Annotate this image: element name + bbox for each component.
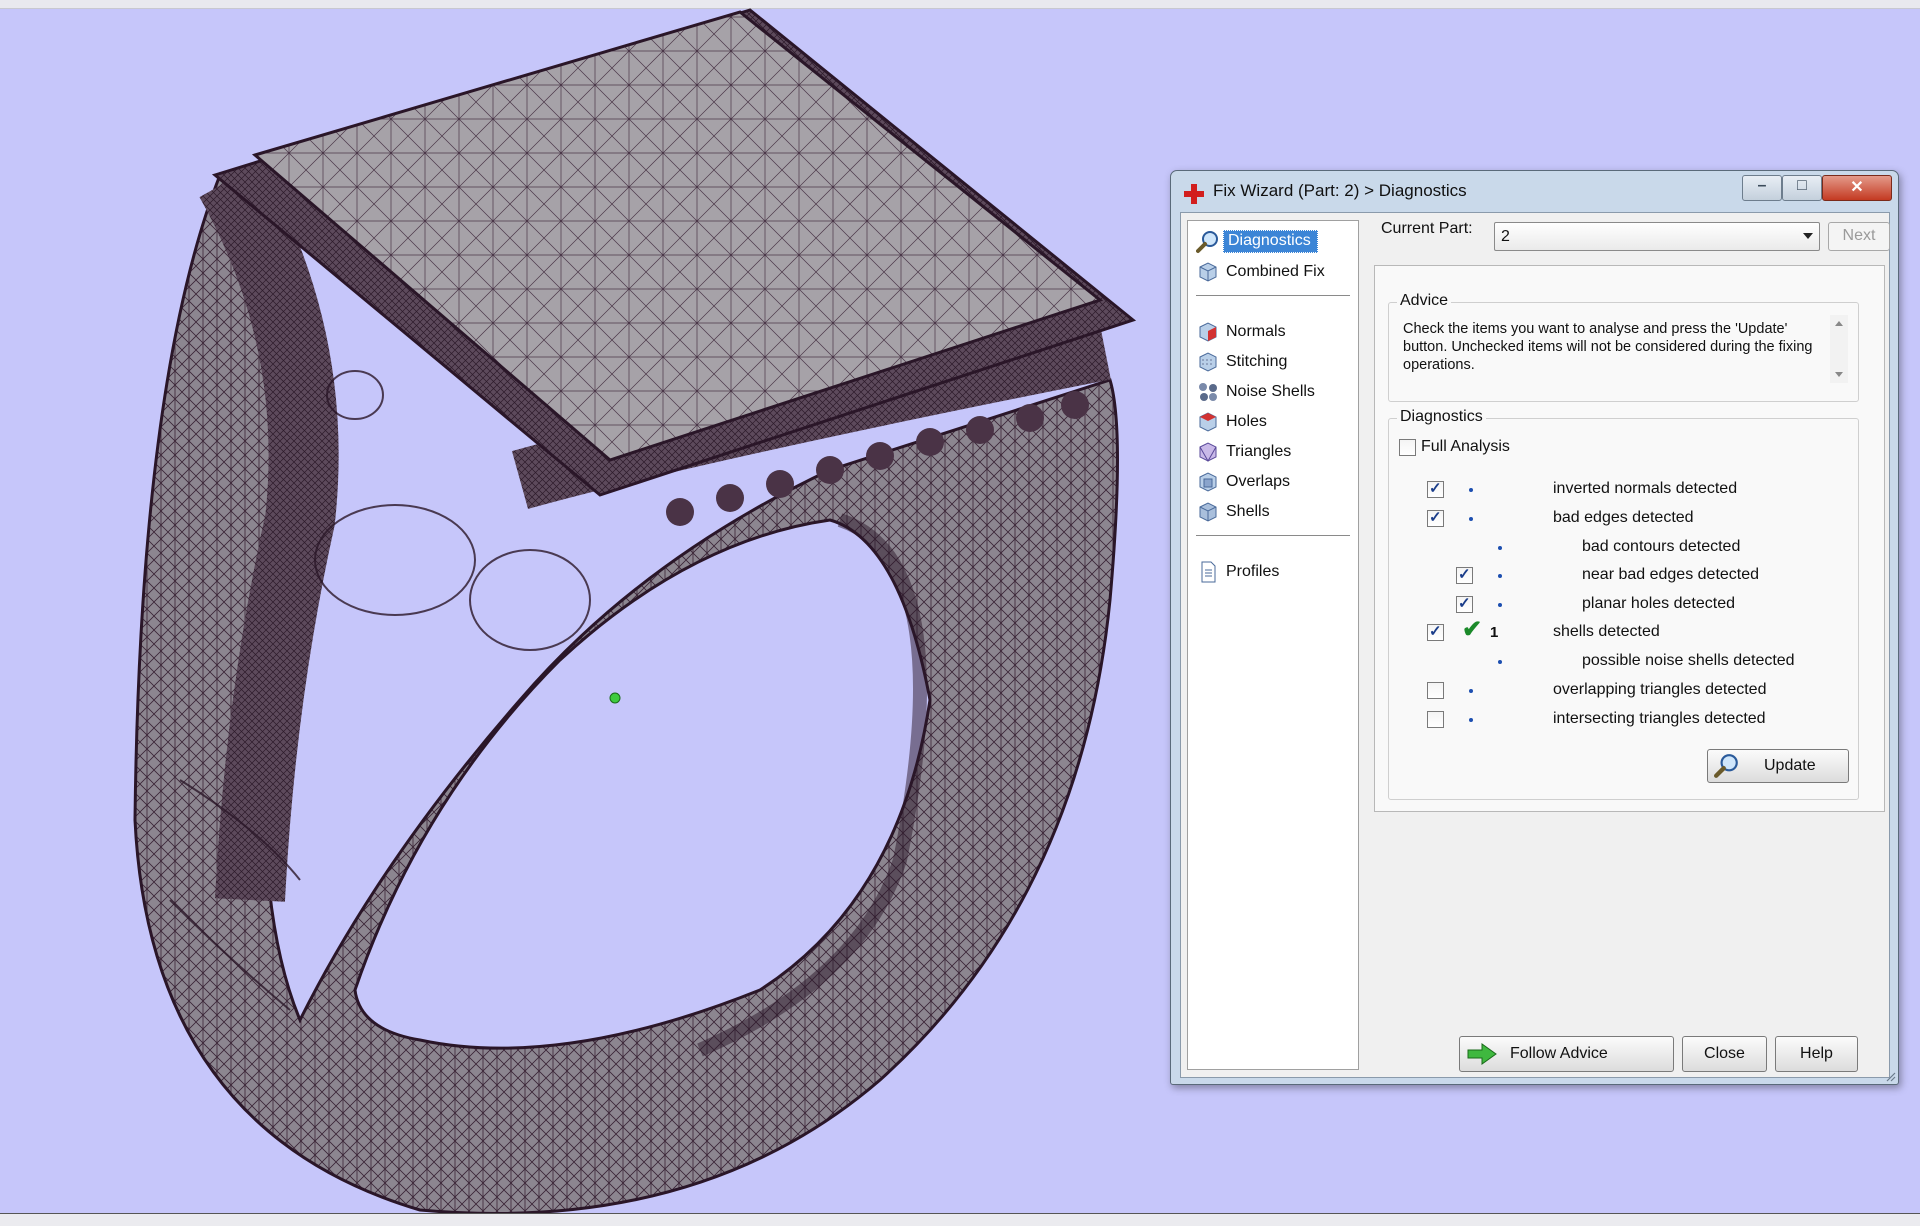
status-dot [1469, 718, 1473, 722]
document-icon [1201, 561, 1216, 583]
scroll-up-icon[interactable] [1835, 321, 1843, 326]
nav-label-noise-shells: Noise Shells [1226, 383, 1315, 400]
status-dot [1469, 689, 1473, 693]
nav-label-stitching: Stitching [1226, 353, 1288, 370]
nav-item-holes[interactable]: Holes [1196, 409, 1350, 435]
follow-advice-button[interactable]: Follow Advice [1459, 1036, 1674, 1072]
magnifier-icon [1196, 231, 1218, 253]
nav-item-normals[interactable]: Normals [1196, 319, 1350, 345]
nav-item-stitching[interactable]: Stitching [1196, 349, 1350, 375]
nav-item-shells[interactable]: Shells [1196, 499, 1350, 525]
maximize-glyph: □ [1797, 177, 1807, 194]
dialog-client-area: Diagnostics Combined Fix Normals Stitchi… [1180, 212, 1890, 1078]
diag-row-label: shells detected [1553, 623, 1660, 640]
status-dot [1498, 660, 1502, 664]
green-check-icon: ✔ [1462, 616, 1483, 643]
fix-wizard-nav: Diagnostics Combined Fix Normals Stitchi… [1187, 220, 1359, 1070]
status-dot [1498, 546, 1502, 550]
triangles-cube-icon [1199, 442, 1217, 463]
diagnostics-group: Diagnostics Full Analysis inverted norma… [1388, 408, 1859, 800]
diag-row-label: bad edges detected [1553, 509, 1694, 526]
fix-wizard-dialog[interactable]: Fix Wizard (Part: 2) > Diagnostics – □ ✕… [1170, 170, 1899, 1085]
diagnostics-title: Diagnostics [1397, 408, 1486, 426]
status-dot [1498, 574, 1502, 578]
nav-label-holes: Holes [1226, 413, 1267, 430]
current-part-value: 2 [1501, 228, 1510, 245]
diag-row-label: intersecting triangles detected [1553, 710, 1766, 727]
red-cross-icon [1184, 184, 1204, 204]
advice-text: Check the items you want to analyse and … [1403, 321, 1813, 373]
shells-cube-icon [1199, 502, 1217, 522]
diagnostics-panel: Advice Check the items you want to analy… [1374, 265, 1885, 812]
nav-item-noise-shells[interactable]: Noise Shells [1196, 379, 1350, 405]
planar-holes-checkbox[interactable] [1456, 594, 1473, 613]
intersecting-triangles-checkbox[interactable] [1427, 711, 1444, 728]
full-analysis-checkbox[interactable] [1399, 439, 1416, 456]
nav-label-overlaps: Overlaps [1226, 473, 1291, 490]
advice-group: Advice Check the items you want to analy… [1388, 292, 1859, 402]
status-dot [1469, 488, 1473, 492]
nav-label-combined-fix: Combined Fix [1226, 263, 1325, 280]
nav-item-overlaps[interactable]: Overlaps [1196, 469, 1350, 495]
nav-label-normals: Normals [1226, 323, 1286, 340]
scroll-down-icon[interactable] [1835, 372, 1843, 377]
current-part-label: Current Part: [1381, 220, 1473, 237]
diag-row-label: near bad edges detected [1582, 566, 1760, 583]
resize-grip-icon[interactable] [1884, 1070, 1896, 1082]
dialog-titlebar[interactable]: Fix Wizard (Part: 2) > Diagnostics – □ ✕ [1171, 171, 1898, 209]
viewport-ruler [0, 1213, 1920, 1226]
noise-shells-icon [1199, 383, 1217, 401]
green-arrow-icon [1467, 1043, 1497, 1065]
nav-separator [1196, 295, 1350, 297]
diag-row-label: planar holes detected [1582, 595, 1735, 612]
nav-item-triangles[interactable]: Triangles [1196, 439, 1350, 465]
stitching-cube-icon [1199, 352, 1217, 372]
update-button[interactable]: Update [1707, 749, 1849, 783]
cube-icon [1199, 262, 1217, 282]
overlaps-cube-icon [1199, 472, 1217, 492]
chevron-down-icon [1803, 233, 1813, 239]
nav-item-profiles[interactable]: Profiles [1196, 559, 1350, 585]
nav-item-combined-fix[interactable]: Combined Fix [1196, 259, 1350, 285]
dialog-title: Fix Wizard (Part: 2) > Diagnostics [1213, 181, 1467, 200]
advice-title: Advice [1397, 292, 1452, 310]
update-button-label: Update [1764, 757, 1816, 774]
shells-count: 1 [1490, 624, 1499, 641]
normals-cube-icon [1199, 322, 1217, 342]
shells-checkbox[interactable] [1427, 622, 1444, 641]
status-dot [1498, 603, 1502, 607]
follow-advice-label: Follow Advice [1510, 1045, 1608, 1062]
nav-label-triangles: Triangles [1226, 443, 1292, 460]
full-analysis-label: Full Analysis [1421, 438, 1510, 455]
bad-edges-checkbox[interactable] [1427, 508, 1444, 527]
nav-separator [1196, 535, 1350, 537]
nav-label-diagnostics: Diagnostics [1223, 230, 1318, 253]
help-button-label: Help [1800, 1045, 1833, 1062]
help-button[interactable]: Help [1775, 1036, 1858, 1072]
close-window-button[interactable]: ✕ [1822, 175, 1892, 201]
close-button-label: Close [1704, 1045, 1745, 1062]
next-button[interactable]: Next [1828, 222, 1890, 251]
diag-row-label: overlapping triangles detected [1553, 681, 1767, 698]
nav-item-diagnostics[interactable]: Diagnostics [1196, 229, 1350, 255]
maximize-button[interactable]: □ [1782, 175, 1822, 201]
status-dot [1469, 517, 1473, 521]
minimize-glyph: – [1757, 177, 1767, 194]
diag-row-label: inverted normals detected [1553, 480, 1738, 497]
close-button[interactable]: Close [1682, 1036, 1767, 1072]
current-part-select[interactable]: 2 [1494, 222, 1820, 251]
close-icon: ✕ [1850, 179, 1864, 196]
magnifier-icon [1714, 754, 1738, 778]
advice-scrollbar[interactable] [1830, 315, 1848, 383]
nav-label-shells: Shells [1226, 503, 1270, 520]
diag-row-label: bad contours detected [1582, 538, 1741, 555]
minimize-button[interactable]: – [1742, 175, 1782, 201]
holes-cube-icon [1199, 412, 1217, 432]
overlapping-triangles-checkbox[interactable] [1427, 682, 1444, 699]
diag-row-label: possible noise shells detected [1582, 652, 1795, 669]
inverted-normals-checkbox[interactable] [1427, 479, 1444, 498]
near-bad-edges-checkbox[interactable] [1456, 565, 1473, 584]
nav-label-profiles: Profiles [1226, 563, 1280, 580]
